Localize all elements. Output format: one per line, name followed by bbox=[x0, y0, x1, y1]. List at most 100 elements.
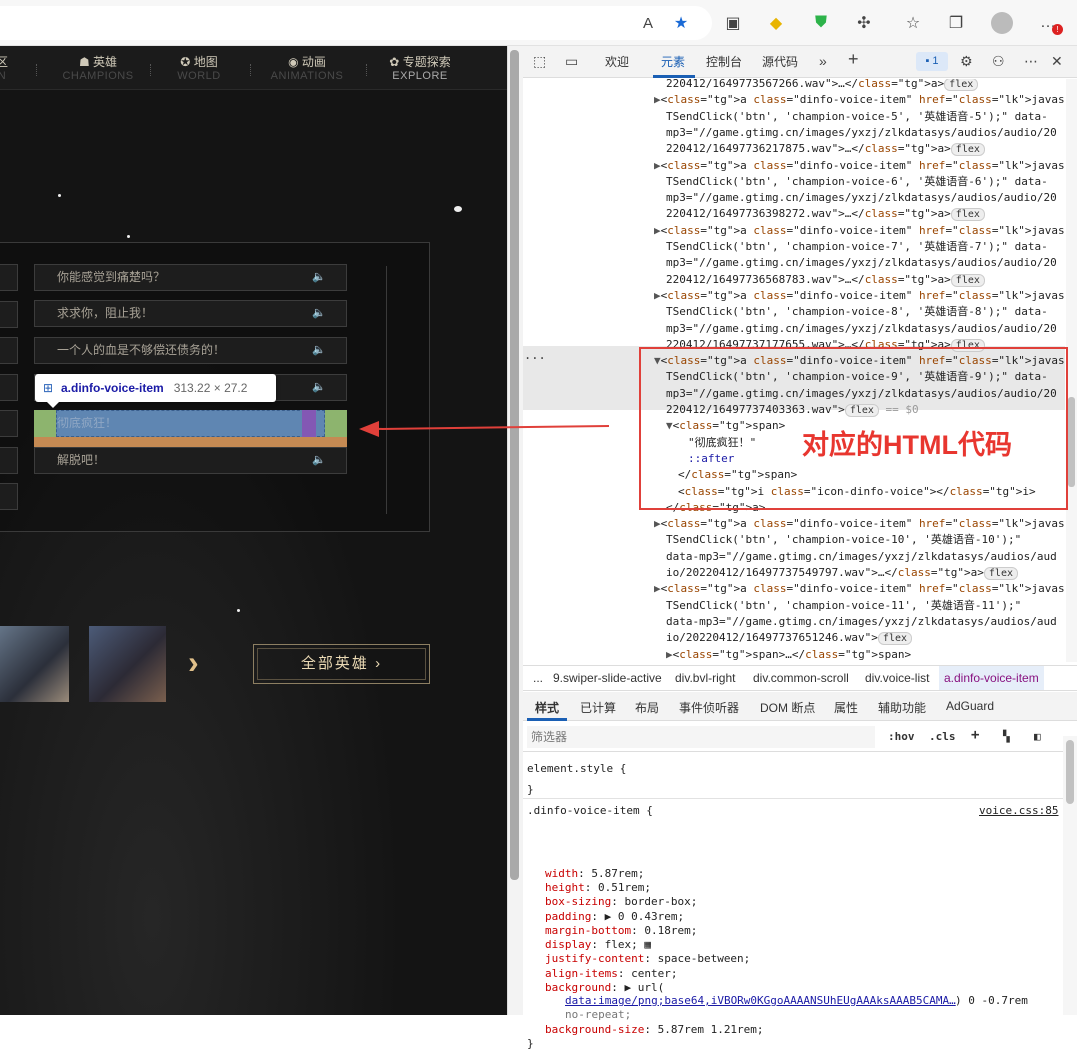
dom-line[interactable]: io/20220412/16497737549797.wav">…</class… bbox=[666, 565, 1018, 581]
hero-thumbnail[interactable] bbox=[0, 626, 69, 702]
tab-elements[interactable]: 元素 bbox=[661, 54, 685, 70]
dom-line[interactable]: ▶<class="tg">span>…</class="tg">span> bbox=[666, 647, 911, 663]
hero-thumbnail[interactable] bbox=[89, 626, 166, 702]
breadcrumb-item[interactable]: div.bvl-right bbox=[675, 666, 735, 690]
address-bar[interactable] bbox=[0, 6, 712, 40]
close-devtools-icon[interactable]: ✕ bbox=[1051, 53, 1063, 70]
voice-item-highlighted[interactable]: 彻底疯狂！ bbox=[34, 410, 347, 447]
dom-line[interactable]: ▶<class="tg">a class="dinfo-voice-item" … bbox=[654, 288, 1065, 304]
dom-line[interactable]: mp3="//game.gtimg.cn/images/yxzj/zlkdata… bbox=[666, 321, 1057, 337]
left-item-stub[interactable] bbox=[0, 301, 18, 328]
collections-icon[interactable]: ❐ bbox=[944, 11, 968, 35]
left-item-stub[interactable] bbox=[0, 483, 18, 510]
read-aloud-icon[interactable]: A bbox=[636, 11, 660, 35]
left-item-stub[interactable] bbox=[0, 447, 18, 474]
dom-line[interactable]: mp3="//game.gtimg.cn/images/yxzj/zlkdata… bbox=[666, 255, 1057, 271]
filter-input[interactable]: 筛选器 bbox=[527, 726, 875, 748]
left-item-stub[interactable] bbox=[0, 410, 18, 437]
breadcrumb-item[interactable]: div.voice-list bbox=[865, 666, 929, 690]
flex-badge[interactable]: flex bbox=[950, 143, 985, 157]
css-property[interactable]: height: 0.51rem; bbox=[545, 881, 651, 895]
tab-computed[interactable]: 已计算 bbox=[580, 699, 616, 716]
all-heroes-button[interactable]: 全部英雄 › bbox=[253, 644, 430, 684]
extension-pikachu-icon[interactable]: ◆ bbox=[764, 11, 788, 35]
hover-state-toggle[interactable]: :hov bbox=[888, 730, 915, 743]
new-rule-icon[interactable]: + bbox=[971, 727, 979, 743]
css-property[interactable]: margin-bottom: 0.18rem; bbox=[545, 924, 697, 938]
breadcrumb-item-active[interactable]: a.dinfo-voice-item bbox=[939, 666, 1044, 690]
dom-line[interactable]: mp3="//game.gtimg.cn/images/yxzj/zlkdata… bbox=[666, 190, 1057, 206]
tab-accessibility[interactable]: 辅助功能 bbox=[878, 699, 926, 716]
sidebar-toggle-icon[interactable]: ◧ bbox=[1034, 730, 1041, 743]
rule-selector[interactable]: .dinfo-voice-item { bbox=[527, 804, 653, 818]
dom-line[interactable]: ▶<class="tg">a class="dinfo-voice-item" … bbox=[654, 581, 1065, 597]
flex-badge[interactable]: flex bbox=[950, 273, 985, 287]
favorites-list-icon[interactable]: ☆ bbox=[901, 11, 925, 35]
left-item-stub[interactable] bbox=[0, 264, 18, 291]
tab-console[interactable]: 控制台 bbox=[706, 54, 742, 70]
breadcrumb-item[interactable]: ... bbox=[533, 666, 543, 690]
more-options-icon[interactable]: ⋯ bbox=[1024, 53, 1038, 70]
extension-game-icon[interactable]: ▣ bbox=[721, 11, 745, 35]
flex-badge[interactable]: flex bbox=[950, 208, 985, 222]
breadcrumb-item[interactable]: 9.swiper-slide-active bbox=[553, 666, 662, 690]
styles-scrollbar[interactable] bbox=[1063, 736, 1077, 1015]
page-scrollbar[interactable] bbox=[507, 46, 523, 1015]
css-property[interactable]: justify-content: space-between; bbox=[545, 952, 750, 966]
voice-item[interactable]: 解脱吧！ 🔈 bbox=[34, 447, 347, 474]
dom-line[interactable]: TSendClick('btn', 'champion-voice-11', '… bbox=[666, 598, 1021, 614]
left-item-stub[interactable] bbox=[0, 374, 18, 401]
favorite-star-icon[interactable]: ★ bbox=[669, 11, 693, 35]
dom-line[interactable]: mp3="//game.gtimg.cn/images/yxzj/zlkdata… bbox=[666, 125, 1057, 141]
tab-styles[interactable]: 样式 bbox=[535, 699, 559, 716]
nav-item-partial[interactable]: 区N bbox=[0, 55, 8, 83]
profile-avatar-icon[interactable] bbox=[990, 11, 1014, 35]
tab-layout[interactable]: 布局 bbox=[635, 699, 659, 716]
nav-item-world[interactable]: ✪ 地图 WORLD bbox=[170, 55, 228, 83]
dom-line[interactable]: ▶<class="tg">a class="dinfo-voice-item" … bbox=[654, 223, 1065, 239]
add-tab-icon[interactable]: + bbox=[848, 49, 859, 70]
dom-line[interactable]: TSendClick('btn', 'champion-voice-7', '英… bbox=[666, 239, 1048, 255]
rule-source-link[interactable]: voice.css:85 bbox=[979, 804, 1058, 818]
css-property[interactable]: box-sizing: border-box; bbox=[545, 895, 697, 909]
voice-item[interactable]: 一个人的血是不够偿还债务的！ 🔈 bbox=[34, 337, 347, 364]
class-toggle[interactable]: .cls bbox=[929, 730, 956, 743]
flex-badge[interactable]: flex bbox=[877, 632, 913, 646]
chevron-right-icon[interactable]: › bbox=[188, 642, 199, 682]
dom-line[interactable]: TSendClick('btn', 'champion-voice-10', '… bbox=[666, 532, 1021, 548]
dom-line[interactable]: 220412/16497736217875.wav">…</class="tg"… bbox=[666, 141, 985, 157]
css-property[interactable]: display: flex; ▦ bbox=[545, 938, 651, 952]
nav-item-animations[interactable]: ◉ 动画 ANIMATIONS bbox=[268, 55, 346, 83]
device-toolbar-icon[interactable]: ▭ bbox=[565, 53, 578, 70]
voice-item[interactable]: 求求你，阻止我！ 🔈 bbox=[34, 300, 347, 327]
dom-line[interactable]: ▶<class="tg">a class="dinfo-voice-item" … bbox=[654, 516, 1065, 532]
dom-line[interactable]: io/20220412/16497737651246.wav"> flex bbox=[666, 630, 913, 646]
dom-line[interactable]: TSendClick('btn', 'champion-voice-6', '英… bbox=[666, 174, 1048, 190]
nav-item-explore[interactable]: ✿ 专题探索 EXPLORE bbox=[384, 55, 456, 83]
tab-event-listeners[interactable]: 事件侦听器 bbox=[679, 699, 739, 716]
tab-adguard[interactable]: AdGuard bbox=[946, 699, 994, 713]
voice-item[interactable]: 你能感觉到痛楚吗？ 🔈 bbox=[34, 264, 347, 291]
dom-line[interactable]: data-mp3="//game.gtimg.cn/images/yxzj/zl… bbox=[666, 549, 1057, 565]
breadcrumb-item[interactable]: div.common-scroll bbox=[753, 666, 849, 690]
dom-line[interactable]: 220412/16497736568783.wav">…</class="tg"… bbox=[666, 272, 985, 288]
dom-line[interactable]: data-mp3="//game.gtimg.cn/images/yxzj/zl… bbox=[666, 614, 1057, 630]
settings-icon[interactable]: ⚙ bbox=[960, 53, 973, 70]
css-property[interactable]: align-items: center; bbox=[545, 967, 677, 981]
tab-sources[interactable]: 源代码 bbox=[762, 54, 798, 70]
dom-line[interactable]: 220412/16497736398272.wav">…</class="tg"… bbox=[666, 206, 985, 222]
dom-line[interactable]: ▶<class="tg">a class="dinfo-voice-item" … bbox=[654, 92, 1065, 108]
dom-line[interactable]: TSendClick('btn', 'champion-voice-5', '英… bbox=[666, 109, 1048, 125]
css-property[interactable]: padding: ▶ 0 0.43rem; bbox=[545, 910, 684, 924]
left-item-stub[interactable] bbox=[0, 337, 18, 364]
voice-list-scrollbar[interactable] bbox=[386, 266, 387, 514]
css-property[interactable]: width: 5.87rem; bbox=[545, 867, 644, 881]
customize-icon[interactable]: ⚇ bbox=[992, 53, 1005, 70]
inspect-element-icon[interactable]: ⬚ bbox=[533, 53, 546, 70]
tab-dom-breakpoints[interactable]: DOM 断点 bbox=[760, 699, 815, 716]
dom-line[interactable]: ▶<class="tg">a class="dinfo-voice-item" … bbox=[654, 158, 1065, 174]
dom-line[interactable]: 220412/1649773567266.wav">…</class="tg">… bbox=[666, 79, 979, 92]
flex-badge[interactable]: flex bbox=[983, 567, 1018, 580]
element-style-rule[interactable]: element.style { bbox=[527, 762, 626, 776]
flex-badge[interactable]: flex bbox=[944, 79, 979, 91]
